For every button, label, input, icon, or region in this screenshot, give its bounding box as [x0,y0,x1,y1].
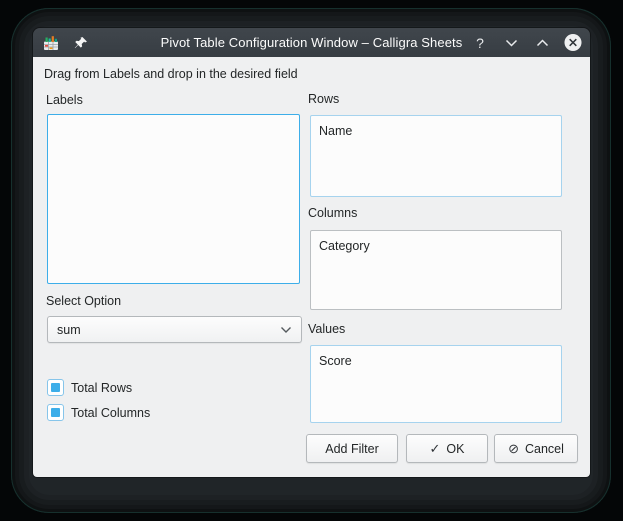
help-icon: ? [476,35,484,51]
chevron-down-icon [280,326,292,334]
list-item[interactable]: Name [319,123,553,140]
titlebar-controls: ? [471,28,582,57]
close-button[interactable] [564,34,582,52]
close-icon [564,33,582,52]
checkbox-icon [47,379,64,396]
aggregate-select-value: sum [57,323,81,337]
cancel-button[interactable]: ⊘ Cancel [494,434,578,463]
rows-listbox[interactable]: Name [310,115,562,197]
check-icon: ✓ [430,441,441,457]
maximize-button[interactable] [533,34,551,52]
rows-section-label: Rows [308,92,339,106]
columns-section-label: Columns [308,206,357,220]
pin-icon[interactable] [74,36,88,50]
add-filter-label: Add Filter [325,442,379,456]
columns-listbox[interactable]: Category [310,230,562,310]
dialog-window: Pivot Table Configuration Window – Calli… [33,28,590,477]
titlebar[interactable]: Pivot Table Configuration Window – Calli… [33,28,590,57]
values-section-label: Values [308,322,345,336]
ok-button[interactable]: ✓ OK [406,434,488,463]
minimize-button[interactable] [502,34,520,52]
list-item[interactable]: Category [319,238,553,255]
total-columns-label: Total Columns [71,406,150,420]
total-columns-checkbox[interactable]: Total Columns [47,404,150,421]
cancel-slash-icon: ⊘ [508,441,519,457]
dialog-content: Drag from Labels and drop in the desired… [33,57,590,477]
help-button[interactable]: ? [471,34,489,52]
checkbox-indicator [51,408,60,417]
total-rows-checkbox[interactable]: Total Rows [47,379,132,396]
checkbox-indicator [51,383,60,392]
drag-hint-text: Drag from Labels and drop in the desired… [44,67,298,81]
labels-section-label: Labels [46,93,83,107]
chevron-down-icon [505,38,518,48]
list-item[interactable]: Score [319,353,553,370]
calligra-sheets-app-icon [42,34,60,52]
checkbox-icon [47,404,64,421]
add-filter-button[interactable]: Add Filter [306,434,398,463]
chevron-up-icon [536,38,549,48]
values-listbox[interactable]: Score [310,345,562,423]
select-option-label: Select Option [46,294,121,308]
total-rows-label: Total Rows [71,381,132,395]
ok-label: OK [446,442,464,456]
cancel-label: Cancel [525,442,564,456]
aggregate-select[interactable]: sum [47,316,302,343]
labels-listbox[interactable] [47,114,300,284]
